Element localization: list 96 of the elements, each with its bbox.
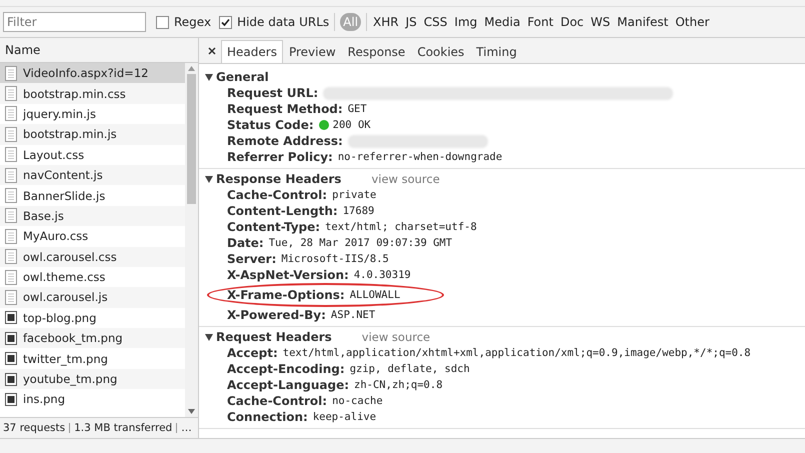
document-icon — [5, 86, 17, 102]
section-title[interactable]: Request Headers — [216, 330, 332, 344]
section-title[interactable]: General — [216, 70, 269, 84]
type-filter[interactable]: CSS — [422, 13, 448, 31]
type-filter[interactable]: Doc — [559, 13, 585, 31]
header-value: zh-CN,zh;q=0.8 — [354, 379, 443, 391]
header-name: Remote Address: — [227, 134, 343, 148]
type-filter[interactable]: Manifest — [616, 13, 670, 31]
header-value: 17689 — [342, 205, 374, 217]
header-value: keep-alive — [312, 411, 376, 423]
document-icon — [5, 66, 17, 81]
checkbox-label: Regex — [174, 15, 212, 29]
header-name: Cache-Control: — [227, 188, 328, 202]
request-row[interactable]: navContent.js — [0, 164, 185, 186]
tab[interactable]: Response — [342, 40, 412, 63]
header-name: Request URL: — [227, 86, 318, 100]
type-filter[interactable]: XHR — [372, 13, 400, 31]
header-name: Connection: — [227, 410, 308, 424]
expand-triangle-icon[interactable] — [205, 74, 213, 80]
header-name: Content-Length: — [227, 204, 338, 218]
header-value: gzip, deflate, sdch — [350, 363, 470, 375]
header-value: private — [332, 189, 376, 201]
type-filter[interactable]: WS — [590, 13, 612, 31]
checkbox-label: Hide data URLs — [237, 15, 330, 29]
checkbox[interactable] — [219, 16, 232, 28]
header-value: no-cache — [332, 395, 383, 407]
scroll-down-icon[interactable] — [188, 409, 195, 414]
status-dot-icon — [318, 120, 329, 130]
header-value: ALLOWALL — [350, 289, 400, 301]
column-header[interactable]: Name — [0, 38, 198, 63]
header-name: Status Code: — [227, 118, 314, 132]
type-filter[interactable]: Font — [526, 13, 554, 31]
more-text: … — [181, 422, 192, 434]
header-value: Microsoft-IIS/8.5 — [281, 253, 389, 265]
request-row[interactable]: owl.carousel.css — [0, 246, 185, 267]
header-name: Referrer Policy: — [227, 150, 333, 164]
request-row[interactable]: Layout.css — [0, 144, 185, 165]
header-value: 200 OK — [332, 119, 371, 131]
expand-triangle-icon[interactable] — [205, 176, 213, 182]
header-name: X-Powered-By: — [227, 308, 326, 322]
type-filter[interactable]: Media — [483, 13, 522, 31]
header-value: text/html,application/xhtml+xml,application/xml;q=0.9,image/webp,*/*;q=0.8 — [282, 347, 751, 359]
image-icon — [5, 310, 17, 326]
image-icon — [5, 392, 17, 407]
type-filter[interactable]: Other — [674, 13, 710, 31]
header-name: Accept-Encoding: — [227, 362, 345, 376]
document-icon — [5, 126, 17, 142]
document-icon — [5, 168, 17, 183]
header-value: no-referrer-when-downgrade — [338, 151, 502, 163]
document-icon — [5, 249, 17, 264]
expand-triangle-icon[interactable] — [205, 334, 213, 340]
transferred-size: 1.3 MB transferred — [74, 422, 172, 434]
view-source-link[interactable]: view source — [371, 172, 440, 186]
document-icon — [5, 290, 17, 305]
document-icon — [5, 147, 17, 162]
type-filter[interactable]: Img — [453, 13, 478, 31]
request-row[interactable]: owl.carousel.js — [0, 287, 185, 308]
document-icon — [5, 270, 17, 285]
header-value: 4.0.30319 — [354, 269, 411, 281]
image-icon — [5, 330, 17, 346]
header-name: Request Method: — [227, 102, 343, 116]
header-value: ASP.NET — [330, 309, 376, 321]
filter-field[interactable]: Filter — [3, 12, 146, 32]
request-row[interactable]: VideoInfo.aspx?id=12 — [0, 63, 185, 84]
tab[interactable]: Timing — [470, 40, 523, 63]
document-icon — [5, 208, 17, 224]
request-row[interactable]: bootstrap.min.css — [0, 83, 185, 104]
section-title[interactable]: Response Headers — [216, 172, 342, 186]
request-row[interactable]: Base.js — [0, 206, 185, 226]
request-row[interactable]: bootstrap.min.js — [0, 124, 185, 145]
header-name: Accept-Language: — [227, 378, 350, 392]
document-icon — [5, 106, 17, 122]
tab[interactable]: Headers — [221, 40, 283, 63]
request-row[interactable]: youtube_tm.png — [0, 368, 185, 390]
checkbox[interactable] — [156, 16, 169, 28]
document-icon — [5, 188, 17, 204]
scrollbar[interactable] — [185, 63, 198, 417]
header-name: X-Frame-Options: — [227, 288, 345, 302]
header-name: Server: — [227, 252, 276, 266]
image-icon — [5, 351, 17, 366]
type-filter[interactable]: JS — [404, 13, 418, 31]
header-value: text/html; charset=utf-8 — [325, 221, 477, 233]
header-name: Cache-Control: — [227, 394, 328, 408]
header-name: X-AspNet-Version: — [227, 268, 349, 282]
header-value: Tue, 28 Mar 2017 09:07:39 GMT — [268, 237, 452, 249]
header-name: Content-Type: — [227, 220, 320, 234]
view-source-link[interactable]: view source — [362, 330, 430, 344]
document-icon — [5, 228, 17, 244]
image-icon — [5, 372, 17, 387]
header-value: GET — [348, 103, 367, 115]
request-count: 37 requests — [3, 422, 66, 434]
header-name: Accept: — [227, 346, 278, 360]
request-row[interactable]: facebook_tm.png — [0, 328, 185, 348]
tab[interactable]: Cookies — [411, 40, 470, 63]
header-name: Date: — [227, 236, 264, 250]
tab[interactable]: Preview — [282, 40, 342, 63]
